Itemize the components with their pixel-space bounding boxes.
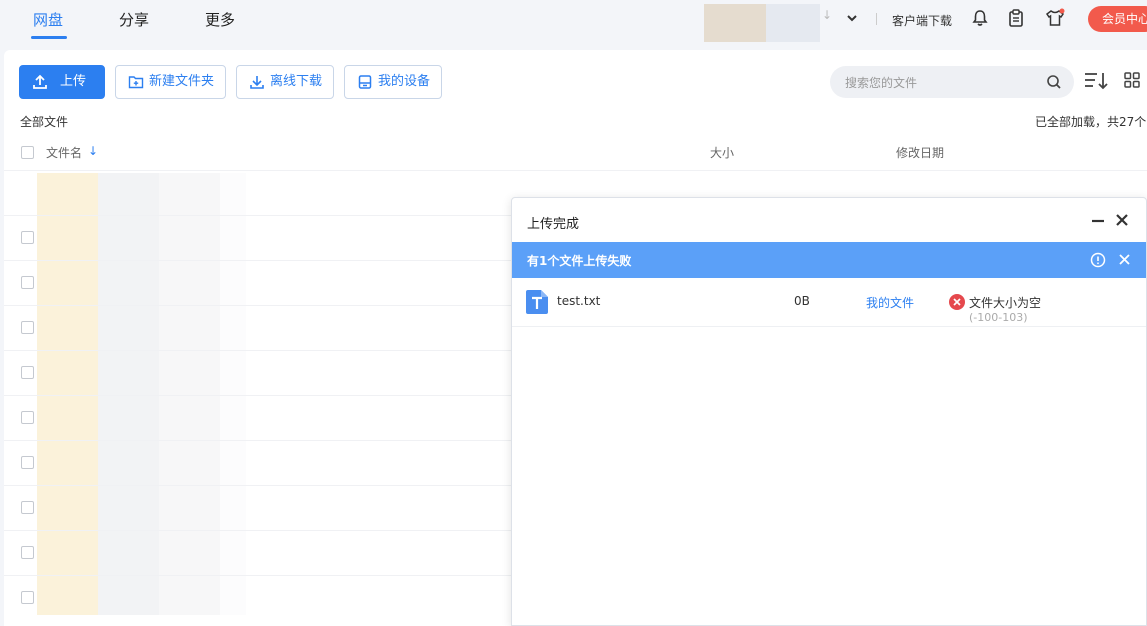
row-checkbox[interactable] (21, 456, 34, 469)
column-size[interactable]: 大小 (710, 144, 734, 161)
select-all-checkbox[interactable] (21, 146, 34, 159)
active-tab-indicator (31, 36, 67, 39)
my-devices-button[interactable]: 我的设备 (344, 65, 442, 99)
fail-message: 有1个文件上传失败 (527, 254, 632, 268)
upload-failed-banner: 有1个文件上传失败 (512, 242, 1146, 278)
clipboard-icon[interactable] (1006, 8, 1026, 28)
loaded-status: 已全部加载，共27个 (1035, 115, 1147, 129)
offline-download-button[interactable]: 离线下载 (236, 65, 334, 99)
download-arrow-icon: ↓ (822, 8, 833, 22)
vip-center-button[interactable]: 会员中心 (1088, 6, 1147, 32)
column-name[interactable]: 文件名 (46, 144, 82, 161)
row-checkbox[interactable] (21, 501, 34, 514)
row-checkbox[interactable] (21, 276, 34, 289)
avatar[interactable] (704, 4, 766, 42)
upload-button[interactable]: 上传 (19, 65, 105, 99)
tab-share[interactable]: 分享 (119, 9, 149, 30)
sort-arrow-icon[interactable]: ↓ (88, 144, 98, 158)
dialog-title: 上传完成 (527, 217, 580, 232)
tab-more[interactable]: 更多 (205, 9, 235, 30)
text-file-icon (526, 290, 548, 314)
upload-icon (33, 74, 47, 89)
info-icon[interactable] (1090, 252, 1106, 268)
row-checkbox[interactable] (21, 366, 34, 379)
new-folder-button[interactable]: 新建文件夹 (115, 65, 226, 99)
row-checkbox[interactable] (21, 546, 34, 559)
client-download-link[interactable]: 客户端下载 (892, 12, 952, 29)
upload-complete-dialog: 上传完成 有1个文件上传失败 test.txt 0B 我的文件 文件大小为空 (… (511, 197, 1147, 626)
grid-view-icon[interactable] (1124, 72, 1140, 88)
list-item[interactable]: test.txt 0B 我的文件 文件大小为空 (-100-103) (512, 278, 1146, 327)
tab-netdisk[interactable]: 网盘 (33, 9, 63, 30)
close-icon[interactable] (1114, 212, 1130, 228)
sort-icon[interactable] (1084, 70, 1110, 92)
search-input[interactable]: 搜索您的文件 (830, 66, 1074, 98)
device-icon (358, 75, 372, 89)
breadcrumb[interactable]: 全部文件 (20, 113, 68, 130)
file-location-link[interactable]: 我的文件 (866, 294, 914, 311)
minimize-icon[interactable] (1090, 212, 1106, 228)
download-icon (250, 76, 264, 89)
bell-icon[interactable] (970, 8, 990, 28)
row-checkbox[interactable] (21, 231, 34, 244)
username-area[interactable] (766, 4, 820, 42)
search-placeholder: 搜索您的文件 (845, 76, 918, 90)
tshirt-icon[interactable] (1045, 8, 1065, 28)
table-header: 文件名 ↓ 大小 修改日期 (4, 138, 1147, 170)
error-message: 文件大小为空 (969, 296, 1042, 310)
divider (876, 13, 877, 25)
file-size: 0B (794, 294, 810, 308)
file-name: test.txt (557, 294, 601, 308)
close-icon[interactable] (1118, 253, 1131, 266)
search-icon[interactable] (1046, 74, 1062, 90)
error-icon (949, 294, 965, 310)
new-folder-icon (128, 76, 144, 89)
error-code: (-100-103) (969, 311, 1028, 324)
top-nav: 网盘 分享 更多 ↓ 客户端下载 会员中心 (0, 0, 1147, 50)
row-checkbox[interactable] (21, 591, 34, 604)
row-checkbox[interactable] (21, 411, 34, 424)
column-modified[interactable]: 修改日期 (896, 144, 944, 161)
row-checkbox[interactable] (21, 321, 34, 334)
chevron-down-icon[interactable] (845, 11, 859, 25)
